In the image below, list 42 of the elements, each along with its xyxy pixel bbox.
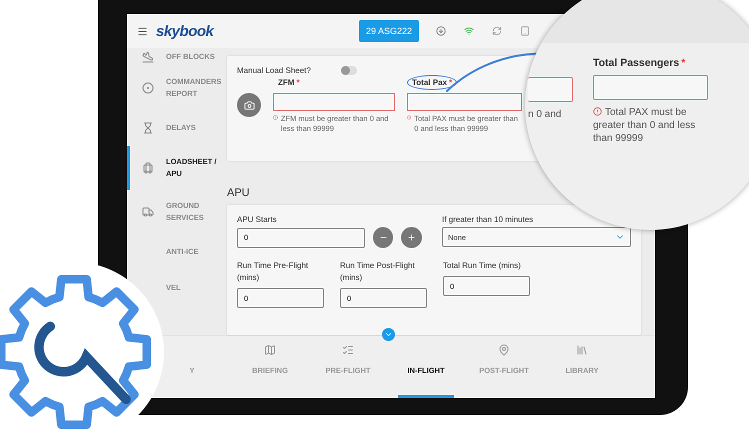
tab-icon: [342, 344, 354, 356]
camera-button[interactable]: [237, 93, 261, 117]
tab-icon: [498, 344, 510, 356]
flight-button[interactable]: 29 ASG222: [359, 20, 419, 42]
field-label: APU Starts: [237, 215, 278, 224]
tablet-icon[interactable]: [520, 26, 530, 36]
input-field[interactable]: [273, 93, 395, 111]
sidebar-icon: [142, 162, 154, 174]
sidebar-icon: [142, 206, 154, 218]
wifi-icon[interactable]: [464, 26, 474, 36]
plus-button[interactable]: [401, 227, 422, 248]
input-field[interactable]: [593, 75, 708, 100]
input-field[interactable]: [528, 77, 573, 102]
menu-icon[interactable]: [137, 26, 148, 36]
input-field[interactable]: [407, 93, 522, 111]
chevron-icon: [384, 330, 393, 339]
field-label: Run Time Pre-Flight (mins): [237, 260, 310, 284]
field-label: Total Run Time (mins): [443, 260, 522, 272]
field-label: ZFM *: [277, 77, 301, 89]
error-message: n 0 and: [528, 108, 562, 121]
app-logo: skybook: [156, 22, 214, 40]
error-icon: [593, 107, 602, 116]
error-message: Total PAX must be greater than 0 and less than 99999: [593, 106, 696, 145]
sync-icon[interactable]: [492, 26, 502, 36]
sidebar-icon: [142, 51, 154, 63]
circled-label: Total Pax *: [407, 75, 458, 90]
download-icon[interactable]: [436, 26, 446, 36]
camera-icon: [244, 100, 254, 110]
field-label: If greater than 10 minutes: [442, 215, 534, 224]
error-icon: [407, 114, 412, 121]
tab-icon: [576, 344, 588, 356]
field-label: Run Time Post-Flight (mins): [340, 260, 416, 284]
toggle-switch[interactable]: [340, 66, 357, 75]
sidebar-icon: [142, 82, 154, 94]
field-label: Total Passengers *: [593, 57, 686, 69]
sidebar-icon: [142, 122, 154, 134]
section-title: APU: [227, 187, 251, 199]
minus-button[interactable]: [372, 227, 394, 248]
tab-icon: [264, 344, 276, 356]
error-icon: [273, 114, 278, 121]
plus-icon: [407, 233, 416, 242]
field-label: Manual Load Sheet?: [237, 66, 311, 75]
